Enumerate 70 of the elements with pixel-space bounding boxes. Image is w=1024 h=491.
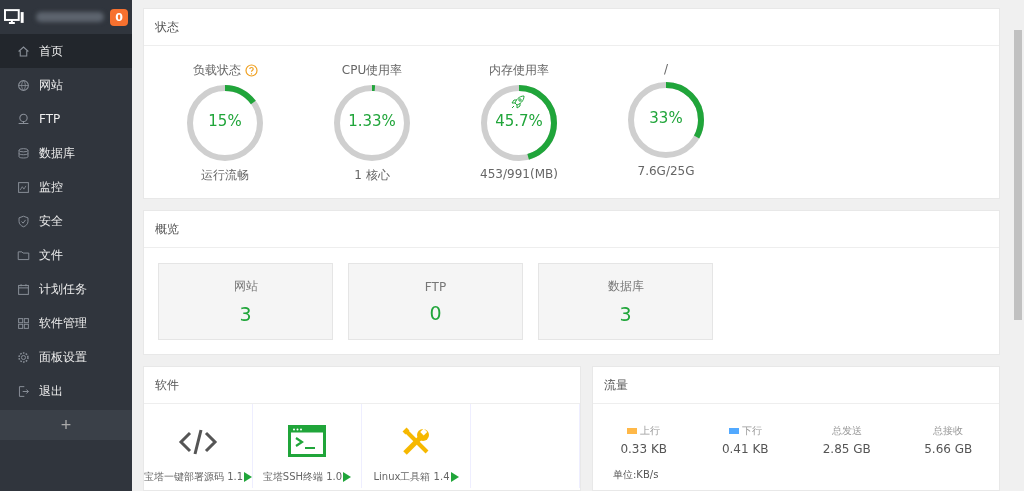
sidebar-item[interactable]: 首页 — [0, 34, 132, 68]
gauge-caption: 453/991(MB) — [480, 167, 558, 181]
sidebar-item[interactable]: 监控 — [0, 170, 132, 204]
stat-tile[interactable]: FTP 0 — [348, 263, 523, 340]
blurred-hostname — [35, 12, 105, 22]
tools-icon — [401, 427, 431, 457]
card-title: 流量 — [593, 367, 999, 404]
sidebar-item[interactable]: 文件 — [0, 238, 132, 272]
sidebar-item[interactable]: 网站 — [0, 68, 132, 102]
gauge-value: 45.7% — [494, 112, 544, 130]
traffic-value: 0.41 KB — [721, 442, 769, 456]
folder-icon — [17, 248, 30, 262]
gauge-caption: 7.6G/25G — [637, 164, 695, 178]
software-label[interactable]: 宝塔SSH终端 1.0 — [262, 470, 343, 484]
sidebar-item[interactable]: 面板设置 — [0, 340, 132, 374]
traffic-label: 总发送 — [831, 424, 862, 438]
traffic-value: 2.85 GB — [822, 442, 871, 456]
gauge-value: 33% — [648, 109, 684, 127]
play-icon[interactable] — [343, 472, 352, 482]
logout-icon — [17, 384, 30, 398]
database-icon — [17, 146, 30, 160]
stat-value: 3 — [619, 303, 632, 325]
card-title: 概览 — [144, 211, 999, 248]
card-title: 软件 — [144, 367, 580, 404]
monitor-chart-icon — [17, 180, 30, 194]
stat-value: 3 — [239, 303, 252, 325]
sidebar-item[interactable]: 软件管理 — [0, 306, 132, 340]
calendar-icon — [17, 282, 30, 296]
traffic-label: 总接收 — [933, 424, 964, 438]
stat-value: 0 — [429, 301, 442, 324]
scrollbar-thumb[interactable] — [1014, 30, 1022, 320]
gauge-caption: 运行流畅 — [201, 167, 249, 184]
play-icon[interactable] — [244, 472, 253, 482]
traffic-label: 下行 — [741, 424, 762, 438]
terminal-icon — [288, 425, 326, 457]
sidebar-item[interactable]: 计划任务 — [0, 272, 132, 306]
gauge-label: CPU使用率 — [341, 62, 403, 79]
gauge-label: / — [663, 62, 668, 76]
software-label[interactable]: Linux工具箱 1.4 — [373, 470, 450, 484]
add-button[interactable]: + — [0, 410, 132, 440]
stat-tile[interactable]: 数据库 3 — [538, 263, 713, 340]
unit-label: 单位:KB/s — [612, 468, 660, 482]
software-label[interactable]: 宝塔一键部署源码 1.1 — [143, 470, 244, 484]
stat-label: FTP — [424, 279, 447, 294]
stat-label: 数据库 — [607, 278, 644, 295]
traffic-value: 5.66 GB — [924, 442, 973, 456]
gauge-label: 负载状态 — [192, 62, 241, 79]
traffic-value: 0.33 KB — [620, 442, 668, 456]
gauge-value: 15% — [207, 112, 243, 130]
network-icon — [17, 112, 30, 126]
grid-icon — [17, 316, 30, 330]
code-icon — [178, 427, 218, 457]
stat-label: 网站 — [233, 278, 258, 295]
card-title: 状态 — [144, 9, 999, 46]
sidebar-item[interactable]: 数据库 — [0, 136, 132, 170]
settings-icon — [17, 350, 30, 364]
stat-tile[interactable]: 网站 3 — [158, 263, 333, 340]
sidebar-item[interactable]: FTP — [0, 102, 132, 136]
computer-icon — [4, 9, 26, 25]
globe-icon — [17, 78, 30, 92]
gauge-label: 内存使用率 — [489, 62, 549, 79]
gauge-caption: 1 核心 — [354, 167, 390, 184]
home-icon — [17, 44, 30, 58]
gauge-value: 1.33% — [347, 112, 397, 130]
traffic-label: 上行 — [640, 424, 661, 438]
play-icon[interactable] — [450, 472, 459, 482]
sidebar-item[interactable]: 安全 — [0, 204, 132, 238]
help-icon[interactable] — [244, 64, 258, 77]
shield-icon — [17, 214, 30, 228]
sidebar-item[interactable]: 退出 — [0, 374, 132, 408]
